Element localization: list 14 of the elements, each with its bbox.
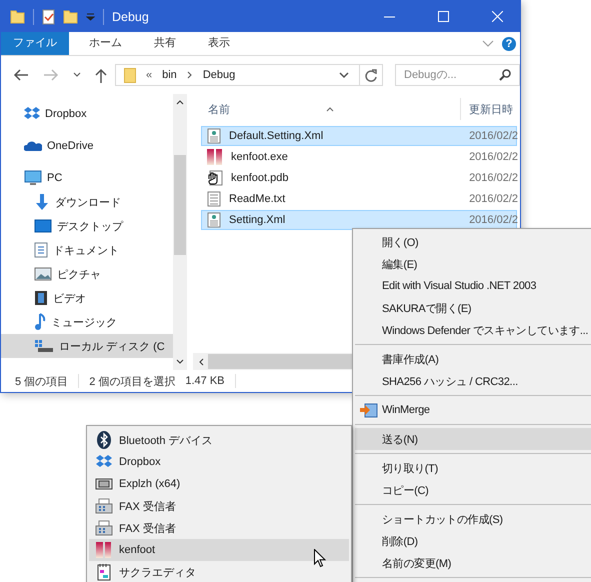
file-date: 2016/02/2 bbox=[469, 214, 518, 226]
status-text: 1.47 KB bbox=[185, 375, 225, 387]
file-date: 2016/02/2 bbox=[469, 193, 518, 205]
file-name: ReadMe.txt bbox=[229, 193, 286, 205]
file-name: kenfoot.pdb bbox=[231, 172, 288, 184]
window-title: Debug bbox=[112, 10, 149, 24]
file-name: Setting.Xml bbox=[229, 214, 286, 226]
status-text: 2 個の項目を選択 bbox=[89, 374, 176, 388]
file-name: kenfoot.exe bbox=[231, 151, 288, 163]
file-date: 2016/02/2 bbox=[469, 130, 518, 142]
file-date: 2016/02/2 bbox=[469, 151, 518, 163]
file-date: 2016/02/2 bbox=[469, 172, 518, 184]
status-text: 5 個の項目 bbox=[15, 374, 68, 388]
file-name: Default.Setting.Xml bbox=[229, 130, 324, 142]
